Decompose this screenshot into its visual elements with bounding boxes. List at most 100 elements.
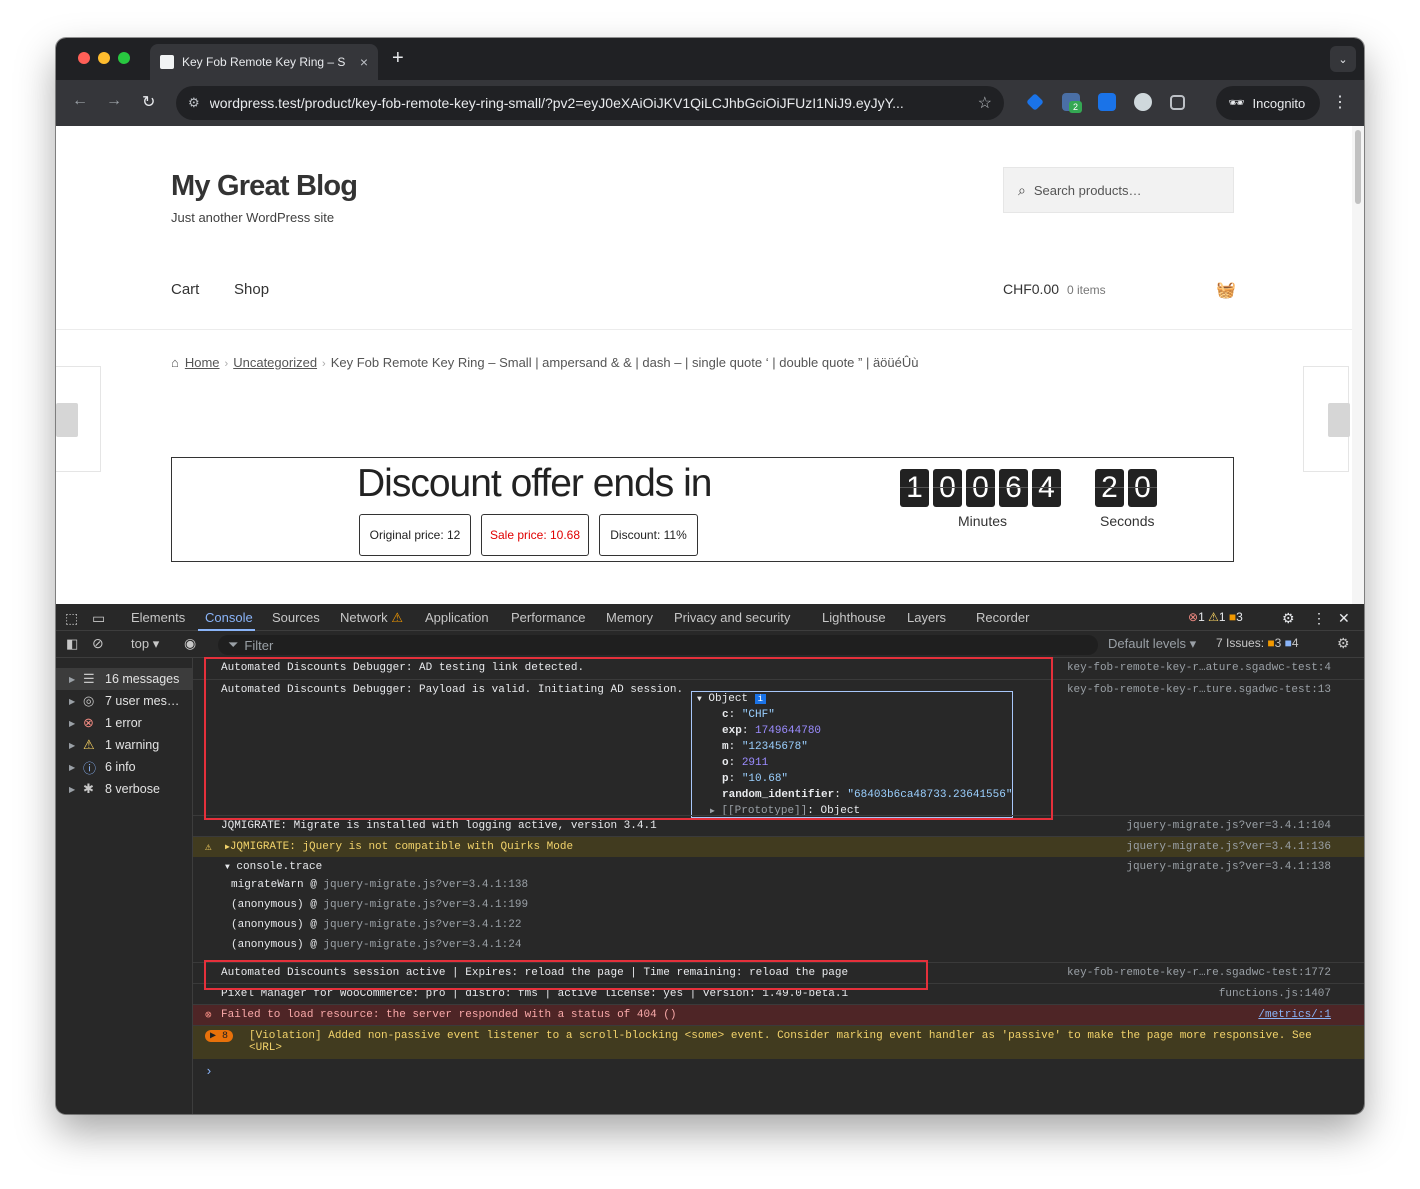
issues-button[interactable]: 7 Issues: ■3 ■4 bbox=[1216, 636, 1299, 650]
product-search-input[interactable]: ⌕ Search products… bbox=[1003, 167, 1234, 213]
trace-link[interactable]: jquery-migrate.js?ver=3.4.1:22 bbox=[323, 919, 521, 931]
source-link[interactable]: /metrics/:1 bbox=[1258, 1009, 1331, 1021]
source-link[interactable]: key-fob-remote-key-r…ture.sgadwc-test:13 bbox=[1067, 684, 1331, 696]
issue-icon: ■ bbox=[1267, 636, 1275, 650]
source-link[interactable]: functions.js:1407 bbox=[1219, 988, 1331, 1000]
page-scrollbar[interactable] bbox=[1352, 126, 1364, 604]
context-selector[interactable]: top ▾ bbox=[131, 636, 159, 652]
sidebar-item-label: 1 warning bbox=[105, 738, 160, 752]
sidebar-item-warnings[interactable]: ▶ ⚠ 1 warning bbox=[56, 734, 192, 756]
console-prompt[interactable]: › bbox=[205, 1064, 213, 1079]
sidebar-item-verbose[interactable]: ▶ ✱ 8 verbose bbox=[56, 778, 192, 800]
next-product-thumbnail[interactable] bbox=[1303, 366, 1350, 472]
previous-product-thumbnail[interactable] bbox=[56, 366, 101, 472]
trace-link[interactable]: jquery-migrate.js?ver=3.4.1:199 bbox=[323, 899, 528, 911]
new-tab-button[interactable]: + bbox=[392, 47, 404, 70]
settings-gear-icon[interactable]: ⚙ bbox=[1282, 610, 1295, 627]
tab-sources[interactable]: Sources bbox=[272, 610, 320, 625]
tab-elements[interactable]: Elements bbox=[131, 610, 185, 625]
browser-menu-button[interactable]: ⋮ bbox=[1332, 92, 1348, 112]
incognito-label: Incognito bbox=[1252, 95, 1306, 111]
site-title[interactable]: My Great Blog bbox=[171, 170, 358, 203]
scrollbar-thumb[interactable] bbox=[1355, 130, 1361, 204]
expand-icon: ▶ bbox=[69, 718, 76, 728]
error-count-badge[interactable]: ⊗1 ⚠1 ■3 bbox=[1188, 610, 1243, 624]
incognito-icon: 🕶 bbox=[1228, 95, 1245, 110]
console-settings-icon[interactable]: ⚙ bbox=[1337, 635, 1350, 652]
tab-network[interactable]: Network ⚠ bbox=[340, 610, 403, 626]
issues-count-a: 3 bbox=[1274, 636, 1282, 650]
trace-link[interactable]: jquery-migrate.js?ver=3.4.1:24 bbox=[323, 939, 521, 951]
back-button[interactable]: ← bbox=[72, 92, 88, 110]
sidebar-item-label: 6 info bbox=[105, 760, 136, 774]
tab-layers[interactable]: Layers bbox=[907, 610, 946, 625]
shield-extension-icon[interactable] bbox=[1098, 93, 1116, 111]
incognito-indicator[interactable]: 🕶 Incognito bbox=[1216, 86, 1320, 120]
clear-console-icon[interactable]: ⊘ bbox=[92, 635, 104, 652]
close-window-button[interactable] bbox=[78, 52, 90, 64]
message-text[interactable]: ▶JQMIGRATE: jQuery is not compatible wit… bbox=[225, 841, 573, 853]
cart-total[interactable]: CHF0.00 bbox=[1003, 281, 1059, 297]
close-icon[interactable]: × bbox=[360, 54, 368, 70]
devtools-menu-icon[interactable]: ⋮ bbox=[1312, 610, 1326, 627]
device-toolbar-icon[interactable]: ▭ bbox=[92, 610, 105, 627]
tab-console[interactable]: Console bbox=[205, 610, 253, 625]
expand-icon: ▶ bbox=[69, 674, 76, 684]
bug-icon: ✱ bbox=[83, 781, 94, 796]
page-icon bbox=[160, 55, 174, 69]
tab-lighthouse[interactable]: Lighthouse bbox=[822, 610, 886, 625]
inspect-element-icon[interactable]: ⬚ bbox=[65, 610, 78, 627]
extension-icon[interactable]: 2 bbox=[1062, 93, 1082, 113]
browser-toolbar: ← → ↻ ⚙ wordpress.test/product/key-fob-r… bbox=[56, 80, 1364, 126]
trace-frame: migrateWarn @ jquery-migrate.js?ver=3.4.… bbox=[231, 879, 529, 891]
nav-cart-link[interactable]: Cart bbox=[171, 281, 199, 298]
sidebar-toggle-icon[interactable]: ◧ bbox=[66, 636, 78, 652]
puzzle-icon[interactable] bbox=[1170, 95, 1185, 110]
source-link[interactable]: jquery-migrate.js?ver=3.4.1:104 bbox=[1126, 820, 1331, 832]
tab-application[interactable]: Application bbox=[425, 610, 489, 625]
source-link[interactable]: key-fob-remote-key-r…ature.sgadwc-test:4 bbox=[1067, 662, 1331, 674]
sidebar-item-label: 16 messages bbox=[105, 672, 180, 686]
cart-count[interactable]: 0 items bbox=[1067, 283, 1106, 297]
tab-memory[interactable]: Memory bbox=[606, 610, 653, 625]
basket-icon[interactable]: 🧺 bbox=[1216, 280, 1236, 300]
forward-button[interactable]: → bbox=[106, 92, 122, 110]
url-text[interactable]: wordpress.test/product/key-fob-remote-ke… bbox=[210, 95, 952, 111]
tab-search-button[interactable]: ⌄ bbox=[1330, 46, 1356, 72]
error-icon: ⊗ bbox=[1188, 610, 1199, 624]
source-link[interactable]: key-fob-remote-key-r…re.sgadwc-test:1772 bbox=[1067, 967, 1331, 979]
browser-tab[interactable]: Key Fob Remote Key Ring – S × bbox=[150, 44, 378, 80]
minimize-window-button[interactable] bbox=[98, 52, 110, 64]
sale-price: Sale price: 10.68 bbox=[481, 514, 589, 556]
breadcrumb-home[interactable]: Home bbox=[185, 355, 220, 370]
tab-privacy-security[interactable]: Privacy and security bbox=[674, 610, 790, 625]
console-error: ⊗ Failed to load resource: the server re… bbox=[193, 1004, 1364, 1025]
extension-tag-icon[interactable] bbox=[1026, 93, 1044, 111]
sidebar-item-info[interactable]: ▶ ⓘ 6 info bbox=[56, 756, 192, 778]
original-price: Original price: 12 bbox=[359, 514, 471, 556]
trace-link[interactable]: jquery-migrate.js?ver=3.4.1:138 bbox=[323, 879, 528, 891]
console-filter-input[interactable]: ⏷ Filter bbox=[218, 635, 1098, 655]
source-link[interactable]: jquery-migrate.js?ver=3.4.1:136 bbox=[1126, 841, 1331, 853]
tab-recorder[interactable]: Recorder bbox=[976, 610, 1029, 625]
nav-shop-link[interactable]: Shop bbox=[234, 281, 269, 298]
source-link[interactable]: jquery-migrate.js?ver=3.4.1:138 bbox=[1126, 861, 1331, 873]
bookmark-star-icon[interactable]: ☆ bbox=[978, 93, 992, 113]
site-settings-icon[interactable]: ⚙ bbox=[188, 95, 200, 111]
close-devtools-icon[interactable]: ✕ bbox=[1338, 610, 1350, 627]
maximize-window-button[interactable] bbox=[118, 52, 130, 64]
trace-header[interactable]: ▼ console.trace bbox=[225, 861, 322, 873]
reload-button[interactable]: ↻ bbox=[142, 92, 155, 112]
sidebar-item-errors[interactable]: ▶ ⊗ 1 error bbox=[56, 712, 192, 734]
violation-count-badge[interactable]: ▶ 8 bbox=[205, 1030, 234, 1042]
sidebar-item-user-messages[interactable]: ▶ ◎ 7 user mes… bbox=[56, 690, 192, 712]
tab-performance[interactable]: Performance bbox=[511, 610, 585, 625]
sidebar-item-messages[interactable]: ▶ ☰ 16 messages bbox=[56, 668, 192, 690]
globe-extension-icon[interactable] bbox=[1134, 93, 1152, 111]
violation-text: [Violation] Added non-passive event list… bbox=[249, 1030, 1312, 1054]
breadcrumb-category[interactable]: Uncategorized bbox=[233, 355, 317, 370]
sidebar-item-label: 7 user mes… bbox=[105, 694, 180, 708]
log-levels-dropdown[interactable]: Default levels ▾ bbox=[1108, 636, 1196, 652]
address-bar[interactable]: ⚙ wordpress.test/product/key-fob-remote-… bbox=[176, 86, 1004, 120]
live-expression-eye-icon[interactable]: ◉ bbox=[184, 635, 196, 652]
